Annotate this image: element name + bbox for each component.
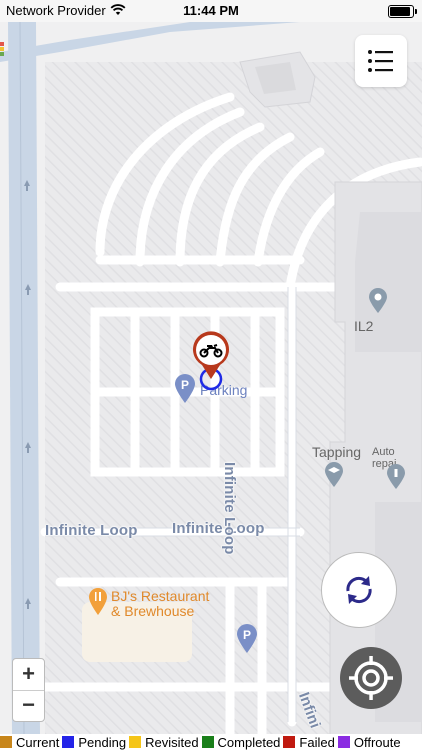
poi-tapping-label: Tapping xyxy=(312,444,362,460)
battery-icon xyxy=(388,5,417,18)
poi-il2-label: IL2 xyxy=(354,318,374,334)
legend-item-offroute: Offroute xyxy=(337,735,401,750)
street-infinite-loop-vertical: Infinite Loop xyxy=(221,462,238,555)
list-icon xyxy=(368,50,393,72)
parking-pin-icon-2: P xyxy=(237,624,257,653)
zoom-out-button[interactable]: − xyxy=(13,690,44,721)
poi-restaurant-line1: BJ's Restaurant xyxy=(111,588,210,604)
zoom-controls: + − xyxy=(12,658,45,722)
refresh-icon xyxy=(346,576,372,604)
legend-item-completed: Completed xyxy=(201,735,280,750)
svg-text:P: P xyxy=(181,378,189,392)
school-pin-icon xyxy=(325,462,343,487)
il2-pin-icon xyxy=(369,288,387,313)
map-edge-marker-icon xyxy=(0,42,4,56)
status-legend: Current Pending Revisited Completed Fail… xyxy=(0,734,422,750)
legend-swatch-pending xyxy=(62,736,75,748)
legend-item-current: Current xyxy=(0,735,59,750)
legend-item-revisited: Revisited xyxy=(129,735,199,750)
clock-time: 11:44 PM xyxy=(183,3,239,18)
legend-item-failed: Failed xyxy=(283,735,335,750)
legend-swatch-current xyxy=(0,736,12,748)
legend-swatch-revisited xyxy=(129,736,142,748)
restaurant-pin-icon xyxy=(89,588,107,615)
status-bar: Network Provider 11:44 PM xyxy=(0,0,422,22)
svg-text:P: P xyxy=(243,628,251,642)
street-infinite-loop-1: Infinite Loop xyxy=(45,522,138,539)
legend-swatch-failed xyxy=(283,736,296,748)
locate-icon xyxy=(349,656,393,700)
legend-item-pending: Pending xyxy=(62,735,126,750)
street-infinite-loop-2: Infinite Loop xyxy=(172,520,265,537)
refresh-button[interactable] xyxy=(321,552,397,628)
list-button[interactable] xyxy=(355,35,407,87)
legend-swatch-completed xyxy=(201,736,214,748)
legend-swatch-offroute xyxy=(337,736,350,748)
current-location-marker[interactable] xyxy=(190,329,232,381)
poi-restaurant-line2: & Brewhouse xyxy=(111,603,195,619)
wrench-pin-icon xyxy=(387,464,405,489)
locate-me-button[interactable] xyxy=(340,647,402,709)
zoom-in-button[interactable]: + xyxy=(13,659,44,691)
